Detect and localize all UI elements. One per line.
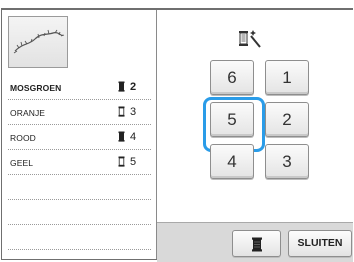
- needle-button-5[interactable]: 5: [210, 102, 254, 137]
- thread-name: ROOD: [10, 133, 36, 143]
- thread-list: MOSGROEN 2 ORANJE 3 ROOD 4 GEEL 5: [8, 75, 151, 250]
- needle-button-3[interactable]: 3: [265, 144, 309, 179]
- thread-spool-button[interactable]: [232, 230, 281, 257]
- thread-row-empty: [8, 225, 151, 250]
- thread-row-empty: [8, 175, 151, 200]
- needle-number: 4: [130, 131, 137, 143]
- needle-button-4[interactable]: 4: [210, 144, 254, 179]
- thread-row-empty: [8, 200, 151, 225]
- thread-spool-empty-icon: [118, 106, 125, 117]
- thread-spool-filled-icon: [118, 81, 125, 92]
- thread-name: MOSGROEN: [10, 83, 62, 93]
- thread-row-geel[interactable]: GEEL 5: [8, 150, 151, 175]
- needle-number: 2: [130, 81, 137, 93]
- thread-name: ORANJE: [10, 108, 46, 118]
- needle-number: 5: [130, 156, 137, 168]
- thread-row-oranje[interactable]: ORANJE 3: [8, 100, 151, 125]
- thread-row-rood[interactable]: ROOD 4: [8, 125, 151, 150]
- needle-button-1[interactable]: 1: [265, 60, 309, 95]
- embroidery-design-image: [13, 29, 65, 54]
- thread-spool-empty-icon: [118, 156, 125, 167]
- needle-number: 3: [130, 106, 137, 118]
- thread-name: GEEL: [10, 158, 34, 168]
- embroidery-screen: MOSGROEN 2 ORANJE 3 ROOD 4 GEEL 5 6 1 5 …: [1, 8, 353, 262]
- bottom-toolbar: SLUITEN: [157, 222, 353, 262]
- needle-panel: 6 1 5 2 4 3 SLUITEN: [157, 10, 353, 262]
- thread-panel: MOSGROEN 2 ORANJE 3 ROOD 4 GEEL 5: [2, 10, 157, 259]
- thread-spool-icon: [252, 237, 262, 252]
- thread-row-mosgroen[interactable]: MOSGROEN 2: [8, 75, 151, 100]
- magic-wand-spool-icon: [239, 30, 261, 48]
- embroidery-preview: [8, 16, 68, 68]
- needle-button-2[interactable]: 2: [265, 102, 309, 137]
- thread-spool-filled-icon: [118, 131, 125, 142]
- needle-button-6[interactable]: 6: [210, 60, 254, 95]
- close-button[interactable]: SLUITEN: [288, 230, 352, 257]
